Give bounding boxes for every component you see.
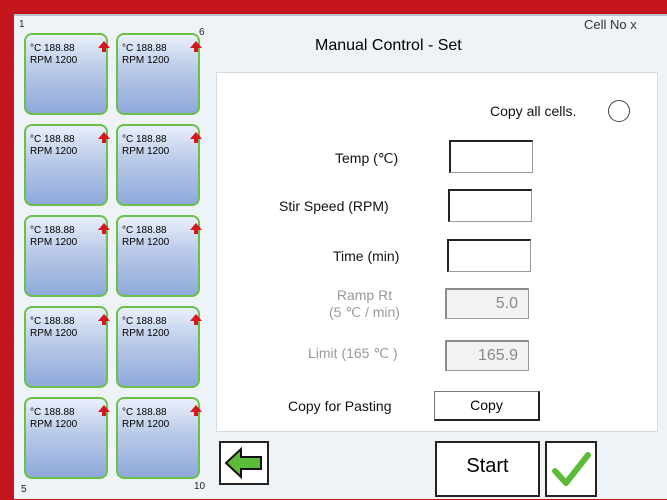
cell-temp: °C 188.88	[122, 316, 167, 327]
cell-temp: °C 188.88	[122, 134, 167, 145]
cell-rpm: RPM 1200	[30, 328, 78, 339]
start-button[interactable]: Start	[435, 441, 540, 497]
cell-range-start: 1	[19, 19, 25, 30]
ramp-rate-label-line2: (5 ℃ / min)	[329, 304, 400, 320]
cell-2[interactable]: °C 188.88 RPM 1200	[24, 124, 110, 206]
cell-rpm: RPM 1200	[122, 237, 170, 248]
cell-rpm: RPM 1200	[30, 146, 78, 157]
temp-input[interactable]	[449, 140, 533, 173]
cell-8[interactable]: °C 188.88 RPM 1200	[116, 215, 202, 297]
time-label: Time (min)	[333, 248, 400, 264]
cell-temp: °C 188.88	[30, 225, 75, 236]
cell-temp: °C 188.88	[122, 407, 167, 418]
cell-rpm: RPM 1200	[122, 146, 170, 157]
copy-for-pasting-label: Copy for Pasting	[288, 398, 392, 414]
time-input[interactable]	[447, 239, 531, 272]
cell-temp: °C 188.88	[30, 43, 75, 54]
cell-number-label: Cell No x	[584, 17, 637, 32]
cell-rpm: RPM 1200	[30, 55, 78, 66]
cell-rpm: RPM 1200	[122, 55, 170, 66]
cell-temp: °C 188.88	[30, 134, 75, 145]
cell-temp: °C 188.88	[30, 407, 75, 418]
cell-6[interactable]: °C 188.88 RPM 1200	[116, 33, 202, 115]
copy-button[interactable]: Copy	[434, 391, 540, 421]
cell-5[interactable]: °C 188.88 RPM 1200	[24, 397, 110, 479]
cell-rpm: RPM 1200	[122, 419, 170, 430]
cell-rpm: RPM 1200	[30, 419, 78, 430]
copy-all-radio[interactable]	[608, 100, 630, 122]
cell-3[interactable]: °C 188.88 RPM 1200	[24, 215, 110, 297]
checkmark-icon	[552, 452, 591, 486]
top-divider	[14, 14, 667, 16]
limit-field: 165.9	[445, 340, 529, 371]
cell-4[interactable]: °C 188.88 RPM 1200	[24, 306, 110, 388]
stir-speed-input[interactable]	[448, 189, 532, 222]
settings-panel: Copy all cells. Temp (℃) Stir Speed (RPM…	[216, 72, 658, 432]
confirm-button[interactable]	[545, 441, 597, 497]
cell-temp: °C 188.88	[122, 225, 167, 236]
cell-temp: °C 188.88	[122, 43, 167, 54]
cell-range-end: 10	[194, 481, 206, 492]
ramp-rate-label: Ramp Rt (5 ℃ / min)	[329, 287, 400, 321]
copy-all-label: Copy all cells.	[490, 103, 577, 119]
cell-1[interactable]: °C 188.88 RPM 1200	[24, 33, 110, 115]
stir-speed-label: Stir Speed (RPM)	[279, 198, 389, 214]
cell-rpm: RPM 1200	[30, 237, 78, 248]
cell-10[interactable]: °C 188.88 RPM 1200	[116, 397, 202, 479]
cell-7[interactable]: °C 188.88 RPM 1200	[116, 124, 202, 206]
cell-range-col2-start: 6	[199, 27, 205, 38]
temp-label: Temp (℃)	[335, 150, 399, 166]
cell-9[interactable]: °C 188.88 RPM 1200	[116, 306, 202, 388]
ramp-rate-field: 5.0	[445, 288, 529, 319]
page-title: Manual Control - Set	[315, 37, 462, 54]
cell-rpm: RPM 1200	[122, 328, 170, 339]
limit-label: Limit (165 ℃ )	[308, 345, 398, 361]
cell-temp: °C 188.88	[30, 316, 75, 327]
ramp-rate-label-line1: Ramp Rt	[336, 287, 393, 303]
cell-range-col1-end: 5	[21, 484, 27, 495]
back-arrow-icon	[224, 446, 262, 480]
back-button[interactable]	[219, 441, 269, 485]
